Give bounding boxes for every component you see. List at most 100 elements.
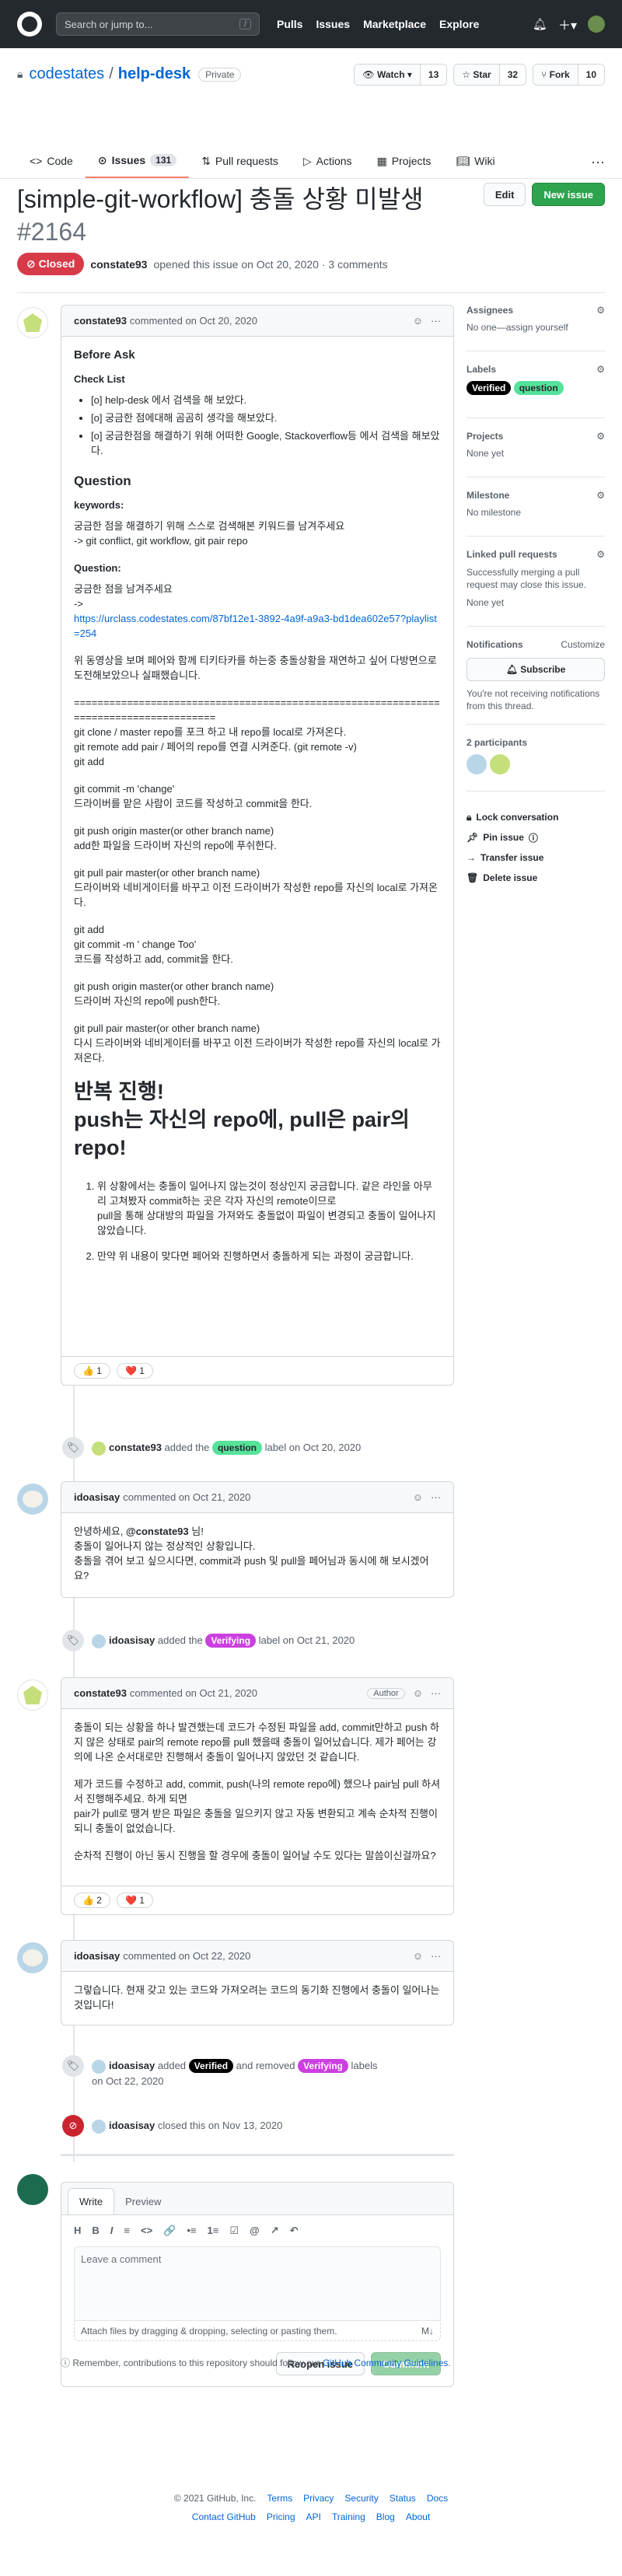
delete-issue-button[interactable]: 🗑︎ Delete issue [466,868,558,888]
footer-link-pricing[interactable]: Pricing [267,2511,295,2522]
mention-link[interactable]: @constate93 [126,1526,189,1537]
bold-icon[interactable]: B [92,2225,99,2237]
comment-author[interactable]: idoasisay [74,1950,120,1962]
repo-owner-link[interactable]: codestates [29,65,104,83]
milestone-title[interactable]: Milestone ⚙ [466,490,605,501]
kebab-icon[interactable]: ··· [431,315,441,327]
fork-button[interactable]: ⑂ Fork 10 [533,64,605,86]
heading-icon[interactable]: H [74,2225,81,2237]
smiley-icon[interactable]: ☺ [413,315,423,327]
lock-conversation-button[interactable]: 🔒︎ Lock conversation [466,807,558,827]
tab-pull-requests[interactable]: ⇅ Pull requests [189,144,291,178]
kebab-icon[interactable]: ··· [431,1491,441,1503]
assignees-value[interactable]: No one—assign yourself [466,322,605,333]
footer-link-docs[interactable]: Docs [427,2493,448,2504]
footer-link-privacy[interactable]: Privacy [303,2493,334,2504]
comment-author[interactable]: idoasisay [74,1491,120,1503]
gear-icon[interactable]: ⚙ [596,431,605,442]
tab-issues[interactable]: ⊙ Issues 131 [85,144,190,178]
event-actor[interactable]: idoasisay [109,2120,155,2131]
avatar[interactable] [17,307,48,338]
labels-title[interactable]: Labels ⚙ [466,364,605,375]
search-input[interactable]: Search or jump to... / [56,12,260,36]
fork-count[interactable]: 10 [577,65,604,85]
star-button[interactable]: ☆ Star 32 [453,64,527,86]
italic-icon[interactable]: I [110,2225,114,2237]
customize-link[interactable]: Customize [561,639,605,650]
more-options-icon[interactable]: ··· [591,154,605,170]
footer-link-about[interactable]: About [406,2511,430,2522]
footer-link-contact[interactable]: Contact GitHub [192,2511,256,2522]
gear-icon[interactable]: ⚙ [596,364,605,375]
tab-wiki[interactable]: 📖︎ Wiki [443,144,507,178]
mention-icon[interactable]: @ [250,2225,260,2237]
issue-author[interactable]: constate93 [90,258,147,271]
tab-projects[interactable]: ▦ Projects [365,144,444,178]
nav-issues[interactable]: Issues [316,18,350,30]
task-list-icon[interactable]: ☑ [229,2225,239,2237]
github-logo-icon[interactable] [17,12,42,37]
reaction-thumbs-up[interactable]: 👍 1 [74,1363,110,1379]
avatar[interactable] [17,1942,48,1973]
quote-icon[interactable]: ≡ [124,2225,130,2237]
gear-icon[interactable]: ⚙ [596,305,605,316]
watch-count[interactable]: 13 [419,65,447,85]
smiley-icon[interactable]: ☺ [413,1687,423,1699]
footer-link-status[interactable]: Status [390,2493,416,2504]
repo-name-link[interactable]: help-desk [118,65,190,83]
tab-write[interactable]: Write [68,2188,115,2214]
label-verifying[interactable]: Verifying [298,2059,348,2073]
bullet-list-icon[interactable]: •≡ [187,2225,196,2237]
attach-area[interactable]: Attach files by dragging & dropping, sel… [74,2321,441,2341]
pin-issue-button[interactable]: 📌︎ Pin issue ⓘ [466,827,558,848]
avatar[interactable] [466,754,487,774]
kebab-icon[interactable]: ··· [431,1950,441,1962]
guidelines-link[interactable]: GitHub Community Guidelines [323,2358,448,2368]
bell-icon[interactable]: 🔔︎ [533,17,547,31]
reaction-heart[interactable]: ❤️ 1 [116,1893,153,1908]
reply-icon[interactable]: ↶ [290,2225,299,2237]
comment-author[interactable]: constate93 [74,1687,127,1699]
footer-link-security[interactable]: Security [344,2493,378,2504]
comment-author[interactable]: constate93 [74,315,127,327]
event-actor[interactable]: idoasisay [109,1634,155,1646]
tab-code[interactable]: <> Code [17,144,86,178]
label-verifying[interactable]: Verifying [205,1634,257,1648]
footer-link-terms[interactable]: Terms [267,2493,292,2504]
kebab-icon[interactable]: ··· [431,1687,441,1699]
gear-icon[interactable]: ⚙ [596,549,605,560]
user-avatar[interactable] [588,16,605,33]
label-question[interactable]: question [212,1441,263,1455]
label-verified[interactable]: Verified [188,2059,234,2073]
label-verified[interactable]: Verified [466,381,512,395]
reference-icon[interactable]: ↗ [271,2225,279,2237]
avatar[interactable] [17,1484,48,1515]
numbered-list-icon[interactable]: 1≡ [208,2225,219,2237]
lecture-link[interactable]: https://urclass.codestates.com/87bf12e1-… [74,613,437,639]
comment-textarea[interactable]: Leave a comment [74,2246,441,2321]
label-question[interactable]: question [513,381,564,395]
nav-pulls[interactable]: Pulls [277,18,302,30]
edit-button[interactable]: Edit [483,183,526,206]
link-icon[interactable]: 🔗 [163,2225,176,2237]
tab-preview[interactable]: Preview [114,2188,172,2214]
transfer-issue-button[interactable]: → Transfer issue [466,848,558,868]
tab-actions[interactable]: ▷ Actions [291,144,365,178]
footer-link-api[interactable]: API [306,2511,321,2522]
star-count[interactable]: 32 [498,65,526,85]
watch-button[interactable]: 👁︎ Watch ▾ 13 [354,64,448,86]
avatar[interactable] [490,754,510,774]
avatar[interactable] [17,1679,48,1711]
event-actor[interactable]: idoasisay [109,2060,155,2071]
new-issue-button[interactable]: New issue [532,183,605,206]
reaction-thumbs-up[interactable]: 👍 2 [74,1893,110,1908]
gear-icon[interactable]: ⚙ [596,490,605,501]
footer-link-training[interactable]: Training [332,2511,365,2522]
event-actor[interactable]: constate93 [109,1442,162,1453]
nav-explore[interactable]: Explore [439,18,479,30]
smiley-icon[interactable]: ☺ [413,1950,423,1962]
footer-link-blog[interactable]: Blog [376,2511,395,2522]
assignees-title[interactable]: Assignees ⚙ [466,305,605,316]
subscribe-button[interactable]: 🔔︎ Subscribe [466,658,605,681]
smiley-icon[interactable]: ☺ [413,1491,423,1503]
